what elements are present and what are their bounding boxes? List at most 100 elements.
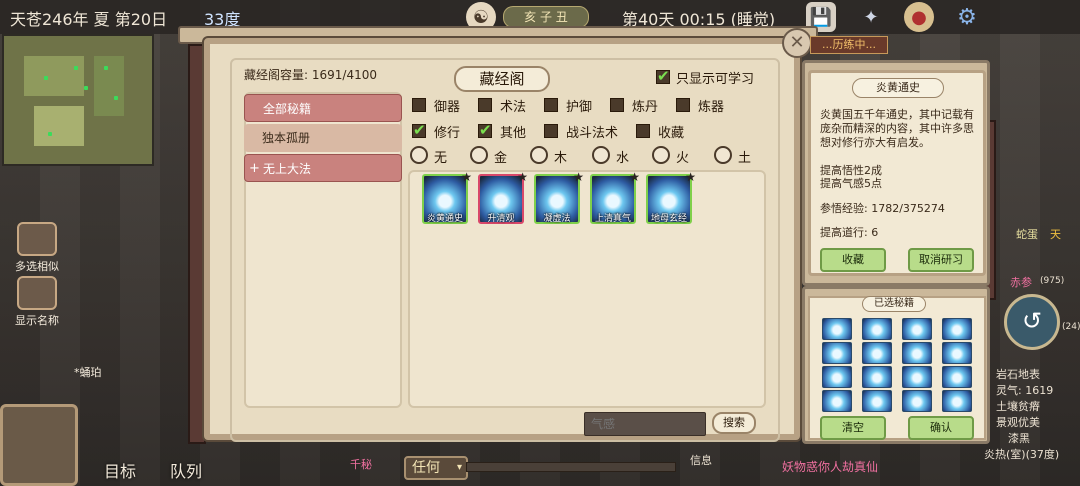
anyway-dropdown[interactable]: 任何 ▾ xyxy=(404,456,468,480)
book-name: 上清真气 xyxy=(594,214,631,224)
tile-stat: 景观优美 xyxy=(996,416,1040,429)
filter-label: 其他 xyxy=(500,126,527,141)
selected-book-item[interactable] xyxy=(822,318,852,340)
element-radio[interactable] xyxy=(714,146,732,164)
star-icon: ★ xyxy=(461,170,472,184)
chevron-down-icon: ▾ xyxy=(456,462,462,473)
search-input[interactable] xyxy=(584,412,706,436)
search-button[interactable]: 搜索 xyxy=(712,412,756,434)
target-button[interactable]: 目标 xyxy=(104,458,136,482)
book-name: 升清观 xyxy=(487,214,515,224)
book-item[interactable]: ★ 升清观 xyxy=(478,170,528,224)
tile-stat: 土壤贫瘠 xyxy=(996,400,1040,413)
selected-book-item[interactable] xyxy=(862,390,892,412)
only-learnable-label: 只显示可学习 xyxy=(676,72,755,87)
gear-icon[interactable]: ⚙ xyxy=(952,2,982,32)
filter-checkbox[interactable] xyxy=(544,98,558,112)
star-icon: ★ xyxy=(517,170,528,184)
selected-book-item[interactable] xyxy=(942,318,972,340)
category-unique[interactable]: 独本孤册 xyxy=(244,124,402,152)
selected-book-item[interactable] xyxy=(942,342,972,364)
star-icon: ★ xyxy=(629,170,640,184)
book-item[interactable]: ★ 上清真气 xyxy=(590,170,640,224)
cancel-study-button[interactable]: 取消研习 xyxy=(908,248,974,272)
selected-title: 已选秘籍 xyxy=(862,296,926,312)
palette-icon[interactable]: ● xyxy=(904,2,934,32)
minimap[interactable] xyxy=(2,34,154,166)
book-name: 凝虚法 xyxy=(543,214,571,224)
category-supreme[interactable]: + 无上大法 xyxy=(244,154,402,182)
world-label: 蛇蛋 xyxy=(1016,228,1038,241)
element-radio[interactable] xyxy=(470,146,488,164)
star-icon: ★ xyxy=(573,170,584,184)
book-exp: 参悟经验: 1782/375274 xyxy=(820,202,945,215)
tile-stat: 炎热(室)(37度) xyxy=(984,448,1060,461)
world-label: (975) xyxy=(1040,276,1065,286)
filter-checkbox[interactable] xyxy=(478,121,492,139)
selected-book-item[interactable] xyxy=(862,366,892,388)
selected-book-item[interactable] xyxy=(902,342,932,364)
filter-checkbox[interactable] xyxy=(676,98,690,112)
element-radio[interactable] xyxy=(530,146,548,164)
element-radio[interactable] xyxy=(410,146,428,164)
book-item[interactable]: ★ 炎黄通史 xyxy=(422,170,472,224)
book-name: 炎黄通史 xyxy=(426,214,463,224)
filter-checkbox[interactable] xyxy=(636,124,650,138)
clear-button[interactable]: 清空 xyxy=(820,416,886,440)
element-label: 水 xyxy=(616,151,630,166)
selected-book-item[interactable] xyxy=(942,366,972,388)
category-all-label: 全部秘籍 xyxy=(263,102,312,116)
book-item[interactable]: ★ 地母玄经 xyxy=(646,170,696,224)
selected-book-item[interactable] xyxy=(942,390,972,412)
gourd-icon[interactable] xyxy=(0,404,78,486)
book-name: 地母玄经 xyxy=(650,214,687,224)
selected-book-item[interactable] xyxy=(822,342,852,364)
star-icon: ★ xyxy=(685,170,696,184)
element-label: 金 xyxy=(494,151,508,166)
filter-label: 御器 xyxy=(434,100,461,115)
world-label: (24) xyxy=(1062,322,1080,332)
collect-button[interactable]: 收藏 xyxy=(820,248,886,272)
selected-book-item[interactable] xyxy=(822,390,852,412)
category-unique-label: 独本孤册 xyxy=(262,131,311,145)
selected-book-item[interactable] xyxy=(862,318,892,340)
selected-book-item[interactable] xyxy=(862,342,892,364)
filter-label: 战斗法术 xyxy=(566,126,619,141)
element-label: 火 xyxy=(676,151,690,166)
selected-book-item[interactable] xyxy=(822,366,852,388)
book-info-title: 炎黄通史 xyxy=(852,78,944,98)
filter-checkbox[interactable] xyxy=(478,98,492,112)
confirm-button[interactable]: 确认 xyxy=(908,416,974,440)
element-radio[interactable] xyxy=(652,146,670,164)
filter-label: 炼器 xyxy=(698,100,725,115)
filter-checkbox[interactable] xyxy=(412,98,426,112)
tile-stat: 漆黑 xyxy=(1008,432,1030,445)
tile-stat: 灵气: 1619 xyxy=(996,384,1054,397)
compass-icon[interactable]: ✦ xyxy=(856,2,886,32)
return-icon[interactable]: ↺ xyxy=(1004,294,1060,350)
element-radio[interactable] xyxy=(592,146,610,164)
multi-select-button[interactable]: 多选相似 xyxy=(8,222,66,274)
filter-label: 修行 xyxy=(434,126,461,141)
element-label: 土 xyxy=(738,151,752,166)
selected-book-item[interactable] xyxy=(902,390,932,412)
filter-checkbox[interactable] xyxy=(544,124,558,138)
filter-label: 收藏 xyxy=(658,126,685,141)
world-event: 妖物惑你人劫真仙 xyxy=(782,460,879,474)
category-all[interactable]: 全部秘籍 xyxy=(244,94,402,122)
show-names-button[interactable]: 显示名称 xyxy=(8,276,66,328)
selected-book-item[interactable] xyxy=(902,318,932,340)
library-title: 藏经阁 xyxy=(454,66,550,92)
team-button[interactable]: 队列 xyxy=(170,458,202,482)
book-item[interactable]: ★ 凝虚法 xyxy=(534,170,584,224)
close-button[interactable]: ✕ xyxy=(782,28,812,58)
book-daoxing: 提高道行: 6 xyxy=(820,226,879,239)
filter-checkbox[interactable] xyxy=(412,121,426,139)
selected-book-item[interactable] xyxy=(902,366,932,388)
quest-banner: ...历练中... xyxy=(810,36,888,54)
element-label: 木 xyxy=(554,151,568,166)
multi-select-label: 多选相似 xyxy=(15,260,59,273)
filter-checkbox[interactable] xyxy=(610,98,624,112)
only-learnable-checkbox[interactable] xyxy=(656,67,670,85)
target-icon xyxy=(100,420,144,454)
